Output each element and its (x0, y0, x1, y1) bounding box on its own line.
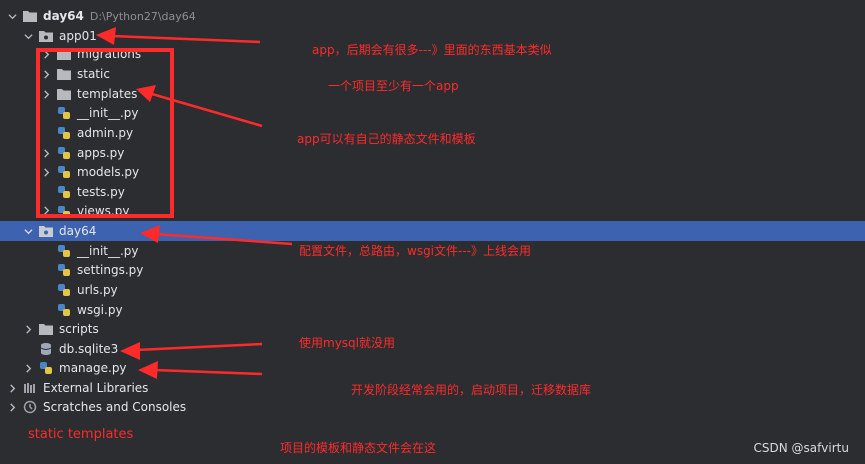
python-file-icon (56, 282, 72, 298)
annotation-project-templates: 项目的模板和静态文件会在这 (280, 441, 437, 455)
chevron-right-icon[interactable] (6, 382, 18, 394)
annotation-static-templates: static templates (28, 427, 134, 442)
watermark: CSDN @safvirtu (753, 441, 849, 455)
tree-item-settings-py[interactable]: settings.py (0, 260, 865, 280)
tree-root-day64[interactable]: day64 D:\Python27\day64 (0, 6, 854, 26)
chevron-right-icon[interactable] (6, 401, 18, 413)
python-file-icon (56, 243, 72, 259)
folder-icon (22, 8, 38, 24)
tree-item-wsgi-py[interactable]: wsgi.py (0, 300, 865, 320)
tree-item-urls-py[interactable]: urls.py (0, 280, 865, 300)
chevron-right-icon[interactable] (22, 323, 34, 335)
libraries-icon (22, 380, 38, 396)
annotation-box-app01 (36, 48, 174, 218)
package-folder-icon (38, 223, 54, 239)
tree-item-manage-py[interactable]: manage.py (0, 358, 865, 378)
annotation-mysql: 使用mysql就没用 (299, 336, 395, 350)
chevron-down-icon[interactable] (6, 10, 18, 22)
scratches-icon (22, 399, 38, 415)
tree-item-day64[interactable]: day64 (0, 221, 865, 241)
tree-item-scripts[interactable]: scripts (0, 319, 865, 339)
annotation-day64: 配置文件，总路由，wsgi文件---》上线会用 (299, 244, 532, 258)
python-file-icon (38, 360, 54, 376)
root-path: D:\Python27\day64 (89, 9, 196, 23)
folder-icon (38, 321, 54, 337)
chevron-right-icon[interactable] (22, 362, 34, 374)
chevron-down-icon[interactable] (22, 225, 34, 237)
tree-item-db-sqlite3[interactable]: db.sqlite3 (0, 339, 865, 359)
root-label: day64 (43, 9, 84, 23)
python-file-icon (56, 302, 72, 318)
annotation-app-static-templates: app可以有自己的静态文件和模板 (297, 132, 476, 146)
annotation-manage: 开发阶段经常会用的，启动项目，迁移数据库 (351, 383, 592, 397)
annotation-app01: app，后期会有很多---》里面的东西基本类似 (312, 43, 552, 57)
package-folder-icon (38, 28, 54, 44)
chevron-down-icon[interactable] (22, 30, 34, 42)
annotation-at-least-one-app: 一个项目至少有一个app (328, 79, 459, 93)
tree-item-scratches-and-consoles[interactable]: Scratches and Consoles (0, 397, 854, 417)
python-file-icon (56, 262, 72, 278)
database-icon (38, 341, 54, 357)
